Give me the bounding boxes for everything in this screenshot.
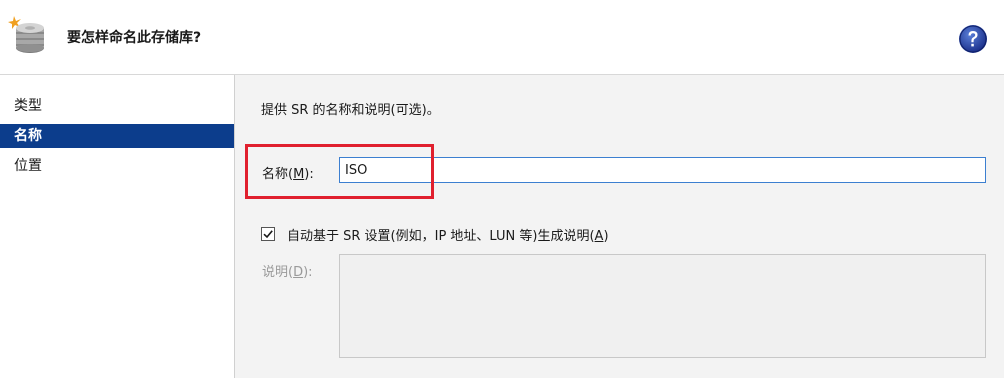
sidebar-item-name[interactable]: 名称: [0, 124, 234, 148]
name-label: 名称(M):: [262, 167, 314, 182]
description-label: 说明(D):: [262, 265, 313, 280]
name-input[interactable]: [339, 157, 986, 183]
auto-description-checkbox[interactable]: [261, 227, 275, 241]
wizard-header: 要怎样命名此存储库?: [0, 0, 1004, 75]
auto-description-label[interactable]: 自动基于 SR 设置(例如，IP 地址、LUN 等)生成说明(A): [287, 225, 609, 244]
wizard-step-sidebar: 类型 名称 位置: [0, 75, 235, 378]
wizard-main-panel: 提供 SR 的名称和说明(可选)。 名称(M): 自动基于 SR 设置(例如，I…: [235, 75, 1004, 378]
page-title: 要怎样命名此存储库?: [67, 30, 202, 46]
instruction-text: 提供 SR 的名称和说明(可选)。: [261, 103, 440, 118]
sidebar-item-location[interactable]: 位置: [0, 154, 234, 178]
sidebar-item-type[interactable]: 类型: [0, 94, 234, 118]
checkmark-icon: [263, 230, 273, 239]
description-textarea[interactable]: [339, 254, 986, 358]
storage-disk-icon: [8, 16, 44, 53]
help-icon[interactable]: [958, 24, 988, 54]
